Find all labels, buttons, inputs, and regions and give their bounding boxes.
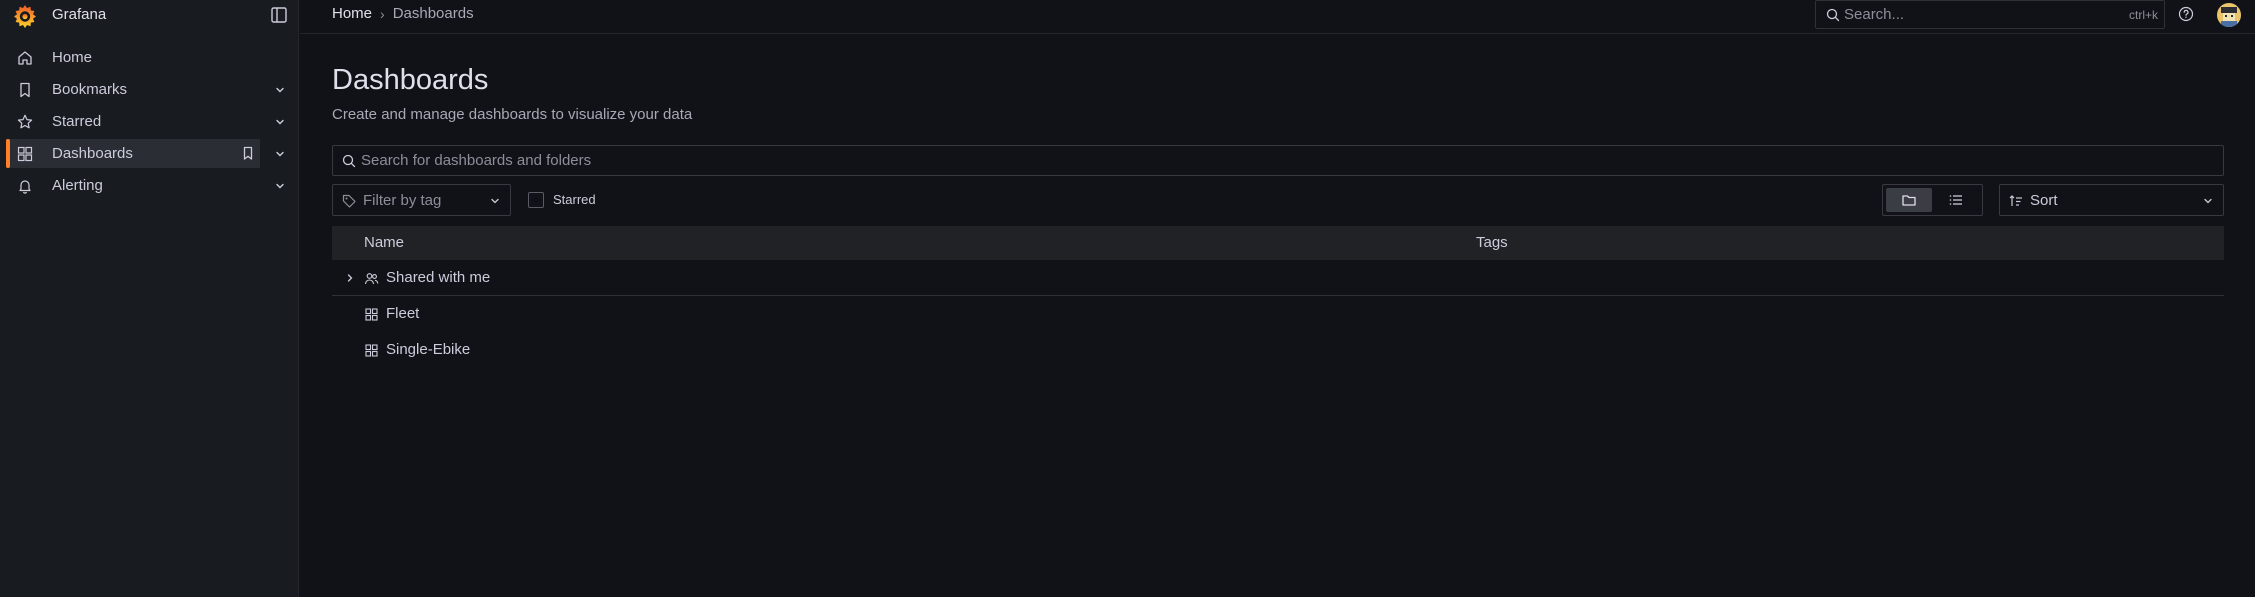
row-name[interactable]: Shared with me (386, 269, 490, 286)
chevron-down-icon[interactable] (272, 114, 288, 130)
starred-checkbox-label[interactable]: Starred (553, 192, 596, 207)
bookmark-icon (20, 82, 30, 98)
sidebar-item-label: Home (52, 49, 93, 66)
table-row[interactable]: Fleet (332, 296, 2224, 332)
chevron-down-icon[interactable] (272, 146, 288, 162)
home-icon (18, 51, 32, 65)
sort-amount-icon (2009, 195, 2022, 206)
keyboard-shortcut-hint: ctrl+k (2128, 8, 2158, 22)
table-row[interactable]: Shared with me (332, 260, 2224, 296)
search-icon (342, 154, 356, 168)
chevron-down-icon[interactable] (272, 82, 288, 98)
bell-icon (19, 180, 31, 194)
sidebar-item-label: Alerting (52, 177, 103, 194)
page-subtitle: Create and manage dashboards to visualiz… (332, 106, 693, 123)
dock-menu-icon[interactable] (269, 5, 289, 25)
dashboard-search-field[interactable] (332, 145, 2224, 176)
help-icon[interactable] (2176, 4, 2196, 24)
top-search-placeholder: Search... (1844, 6, 1905, 23)
bookmark-add-icon[interactable] (240, 145, 256, 161)
sidebar-item-alerting[interactable]: Alerting (6, 171, 260, 200)
sort-label: Sort (2030, 192, 2058, 209)
column-header-tags: Tags (1476, 234, 1508, 251)
row-name[interactable]: Fleet (386, 305, 419, 322)
breadcrumb-separator: › (380, 5, 385, 22)
dashboard-search-input[interactable] (361, 146, 2211, 175)
star-icon (17, 114, 33, 129)
view-mode-toggle (1882, 184, 1983, 216)
table-header: Name Tags (332, 226, 2224, 260)
brand-name: Grafana (52, 6, 107, 23)
chevron-down-icon (2204, 198, 2212, 204)
sidebar-item-label: Bookmarks (52, 81, 128, 98)
sidebar-item-label: Starred (52, 113, 102, 130)
page-title: Dashboards (332, 64, 489, 96)
apps-grid-icon (365, 344, 378, 357)
folder-view-button[interactable] (1886, 188, 1932, 212)
users-icon (364, 273, 379, 285)
sidebar-item-label: Dashboards (52, 145, 133, 162)
breadcrumb-current: Dashboards (392, 5, 474, 22)
sidebar-item-dashboards[interactable]: Dashboards (6, 139, 260, 168)
chevron-down-icon (491, 198, 499, 204)
apps-grid-icon (365, 308, 378, 321)
tag-icon (342, 194, 356, 208)
avatar-image-icon (2217, 3, 2241, 27)
search-icon (1826, 8, 1840, 22)
starred-checkbox[interactable] (528, 192, 544, 208)
user-avatar[interactable] (2217, 3, 2241, 27)
row-name[interactable]: Single-Ebike (386, 341, 470, 358)
sidebar-item-starred[interactable]: Starred (6, 107, 260, 136)
sidebar-item-home[interactable]: Home (6, 43, 260, 72)
chevron-down-icon[interactable] (272, 178, 288, 194)
breadcrumb: Home › Dashboards (332, 5, 474, 22)
apps-grid-icon (17, 146, 33, 162)
sort-select[interactable]: Sort (1999, 184, 2224, 216)
top-search-input[interactable]: Search... ctrl+k (1815, 0, 2165, 29)
folder-icon (1902, 195, 1916, 206)
grafana-logo-icon[interactable] (12, 3, 38, 29)
list-view-button[interactable] (1933, 188, 1979, 212)
sidebar-item-bookmarks[interactable]: Bookmarks (6, 75, 260, 104)
sidebar: Grafana Home Bookmarks Starred Dashboard… (0, 0, 299, 597)
table-row[interactable]: Single-Ebike (332, 332, 2224, 368)
chevron-right-icon[interactable] (342, 270, 358, 286)
breadcrumb-home[interactable]: Home (332, 5, 372, 22)
tag-filter-placeholder: Filter by tag (363, 192, 442, 209)
column-header-name: Name (364, 234, 405, 251)
tag-filter-select[interactable]: Filter by tag (332, 184, 511, 216)
list-icon (1949, 195, 1962, 205)
